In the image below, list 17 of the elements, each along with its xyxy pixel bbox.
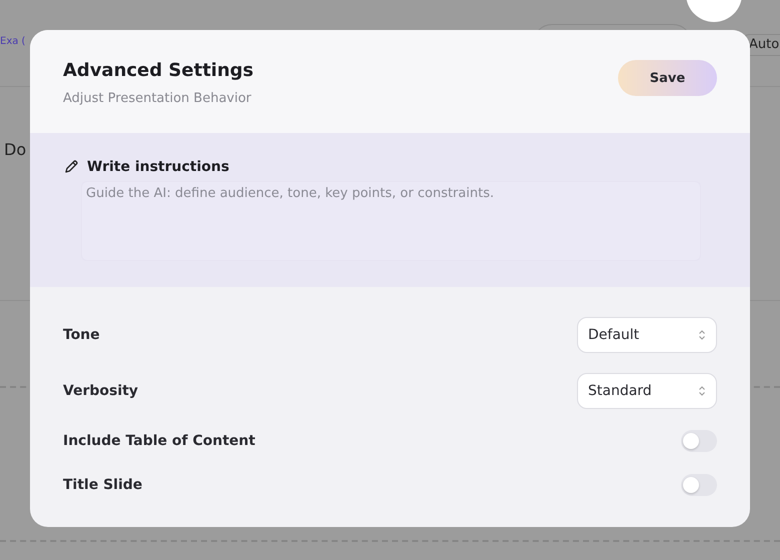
toggle-switch[interactable] — [681, 474, 717, 496]
background-heading: Do — [4, 140, 26, 159]
dialog-title: Advanced Settings — [63, 60, 254, 81]
setting-label: Include Table of Content — [63, 433, 256, 449]
dialog-subtitle: Adjust Presentation Behavior — [63, 91, 252, 106]
select-dropdown[interactable]: Default — [577, 317, 717, 353]
save-button[interactable]: Save — [618, 60, 717, 96]
chevron-icon — [698, 385, 706, 397]
toggle-switch[interactable] — [681, 430, 717, 452]
setting-label: Verbosity — [63, 383, 138, 399]
setting-label: Title Slide — [63, 477, 142, 493]
instructions-field[interactable]: Guide the AI: define audience, tone, key points, or constraints. — [81, 181, 701, 261]
instructions-label: Write instructions — [87, 159, 230, 175]
select-dropdown[interactable]: Standard — [577, 373, 717, 409]
setting-label: Tone — [63, 327, 100, 343]
pencil-icon — [63, 159, 79, 175]
chevron-icon — [698, 329, 706, 341]
